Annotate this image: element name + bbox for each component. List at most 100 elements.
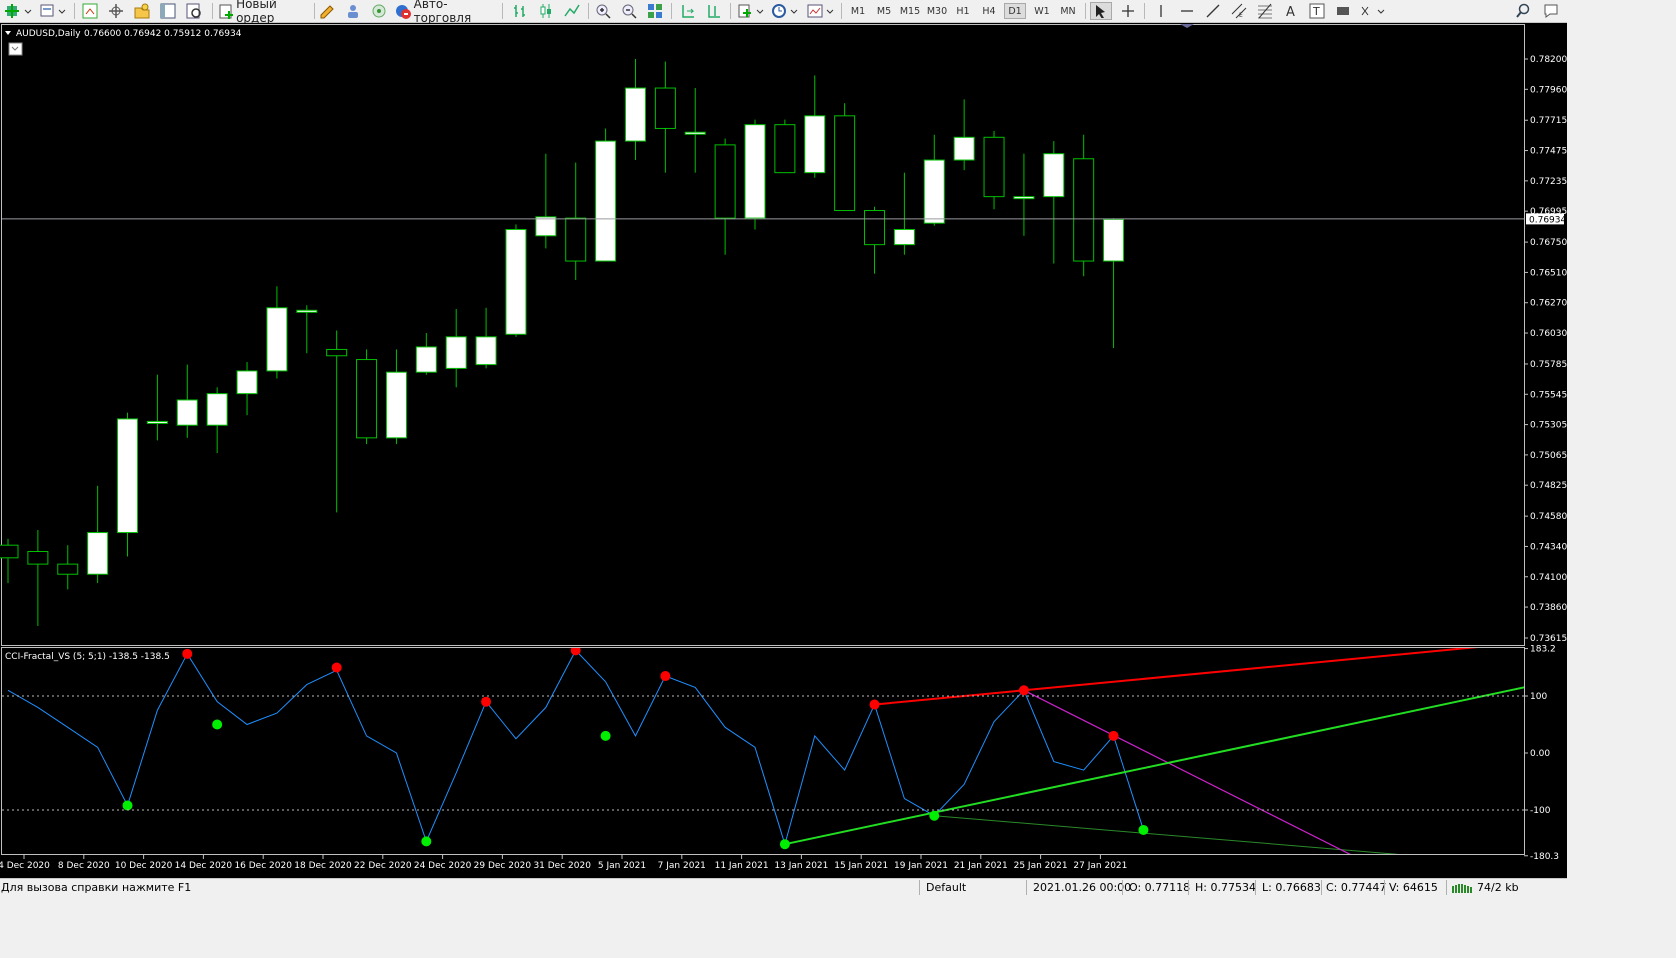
candle-body xyxy=(774,124,796,174)
market-watch-icon[interactable] xyxy=(80,2,100,20)
chart-shift-icon[interactable] xyxy=(704,2,724,20)
candle-body xyxy=(505,228,527,335)
vps-icon[interactable] xyxy=(369,2,389,20)
crosshair-tool-icon[interactable] xyxy=(1117,2,1139,20)
templates-button[interactable] xyxy=(806,2,836,20)
indicators-button[interactable] xyxy=(736,2,766,20)
signals-icon[interactable] xyxy=(343,2,363,20)
bar-chart-icon[interactable] xyxy=(510,2,530,20)
timeframe-h1[interactable]: H1 xyxy=(952,3,974,19)
fractal-up-marker xyxy=(869,699,880,710)
candle-body xyxy=(1013,196,1035,200)
date-axis-label: 16 Dec 2020 xyxy=(234,861,292,871)
svg-text:0.76934: 0.76934 xyxy=(1529,215,1566,225)
auto-scroll-icon[interactable] xyxy=(678,2,698,20)
candle-body xyxy=(684,131,706,135)
candle-body xyxy=(87,532,109,575)
date-axis-label: 7 Jan 2021 xyxy=(658,861,706,871)
fractal-up-marker xyxy=(331,662,342,673)
timeframe-w1[interactable]: W1 xyxy=(1030,3,1054,19)
line-chart-icon[interactable] xyxy=(562,2,582,20)
vertical-line-tool-icon[interactable] xyxy=(1150,2,1172,20)
arrow-label-tool-icon[interactable] xyxy=(1332,2,1354,20)
date-axis-label: 11 Jan 2021 xyxy=(715,861,769,871)
status-datetime: 2021.01.26 00:00 xyxy=(1033,881,1132,894)
search-icon[interactable] xyxy=(1512,2,1534,20)
zoom-out-icon[interactable] xyxy=(619,2,639,20)
timeframe-m5[interactable]: M5 xyxy=(872,3,896,19)
candle-body xyxy=(923,159,945,224)
candle-body xyxy=(57,563,79,575)
text-label-tool-icon[interactable]: T xyxy=(1306,2,1328,20)
fractal-down-marker xyxy=(1138,824,1149,835)
status-close: C: 0.77447 xyxy=(1326,881,1387,894)
strategy-tester-icon[interactable] xyxy=(184,2,204,20)
notifications-icon[interactable] xyxy=(1540,2,1564,20)
timeframe-mn[interactable]: MN xyxy=(1056,3,1080,19)
date-axis-label: 24 Dec 2020 xyxy=(414,861,472,871)
status-high: H: 0.77534 xyxy=(1195,881,1256,894)
equidistant-channel-tool-icon[interactable]: E xyxy=(1228,2,1250,20)
candle-body xyxy=(565,217,587,262)
candlestick-chart-icon[interactable] xyxy=(536,2,556,20)
periods-button[interactable] xyxy=(770,2,800,20)
candle-body xyxy=(1043,153,1065,198)
candle-body xyxy=(804,115,826,174)
price-axis-label: 0.74340 xyxy=(1530,542,1567,552)
candle-body xyxy=(415,346,437,373)
navigator-icon[interactable] xyxy=(132,2,152,20)
candle-body xyxy=(27,550,49,565)
price-axis-label: 0.76270 xyxy=(1530,299,1567,309)
timeframe-m15[interactable]: M15 xyxy=(898,3,922,19)
fractal-up-marker xyxy=(1018,685,1029,696)
trendline-tool-icon[interactable] xyxy=(1202,2,1224,20)
autotrading-button[interactable]: Авто-торговля xyxy=(394,0,498,25)
timeframe-m1[interactable]: M1 xyxy=(846,3,870,19)
fibonacci-tool-icon[interactable] xyxy=(1254,2,1276,20)
text-tool-icon[interactable]: A xyxy=(1280,2,1302,20)
date-axis-label: 8 Dec 2020 xyxy=(58,861,110,871)
cursor-tool-icon[interactable] xyxy=(1090,2,1112,20)
data-window-icon[interactable] xyxy=(106,2,126,20)
date-axis-label: 18 Dec 2020 xyxy=(294,861,352,871)
new-order-icon xyxy=(219,4,233,19)
candle-body xyxy=(475,336,497,366)
candle-body xyxy=(1103,218,1125,262)
date-axis-label: 21 Jan 2021 xyxy=(954,861,1008,871)
connection-status[interactable]: 74/2 kb xyxy=(1452,881,1519,894)
chart-window[interactable]: 0.78200 0.77960 0.77715 0.77475 0.77235 0.769… xyxy=(0,23,1567,878)
candle-body xyxy=(0,544,19,559)
objects-menu-button[interactable] xyxy=(1358,2,1388,20)
date-axis-label: 31 Dec 2020 xyxy=(533,861,591,871)
ohlc-label: 0.76600 0.76942 0.75912 0.76934 xyxy=(84,29,242,39)
candle-body xyxy=(445,336,467,369)
candle-body xyxy=(146,420,168,424)
timeframe-d1[interactable]: D1 xyxy=(1004,3,1026,19)
tile-windows-icon[interactable] xyxy=(645,2,665,20)
terminal-icon[interactable] xyxy=(158,2,178,20)
price-axis-label: 0.76750 xyxy=(1530,238,1567,248)
metaeditor-icon[interactable] xyxy=(317,2,337,20)
indicator-axis-label: 183.2 xyxy=(1530,645,1556,655)
new-chart-button[interactable] xyxy=(4,2,34,20)
candle-body xyxy=(206,393,228,426)
one-click-trading-toggle[interactable] xyxy=(8,42,23,56)
fractal-down-marker xyxy=(212,719,223,730)
fractal-up-marker xyxy=(481,696,492,707)
new-order-button[interactable]: Новый ордер xyxy=(218,0,314,25)
date-axis-label: 5 Jan 2021 xyxy=(598,861,646,871)
indicator-axis-label: -180.3 xyxy=(1530,852,1559,862)
price-axis-label: 0.75545 xyxy=(1530,390,1567,400)
profiles-button[interactable] xyxy=(38,2,68,20)
timeframe-m30[interactable]: M30 xyxy=(924,3,950,19)
status-volume: V: 64615 xyxy=(1389,881,1438,894)
profile-name[interactable]: Default xyxy=(926,881,966,894)
candle-body xyxy=(744,124,766,219)
date-axis-label: 27 Jan 2021 xyxy=(1073,861,1127,871)
svg-text:E: E xyxy=(1239,12,1243,19)
price-axis-label: 0.76030 xyxy=(1530,329,1567,339)
fractal-down-marker xyxy=(779,839,790,850)
timeframe-h4[interactable]: H4 xyxy=(978,3,1000,19)
horizontal-line-tool-icon[interactable] xyxy=(1176,2,1198,20)
zoom-in-icon[interactable] xyxy=(593,2,613,20)
